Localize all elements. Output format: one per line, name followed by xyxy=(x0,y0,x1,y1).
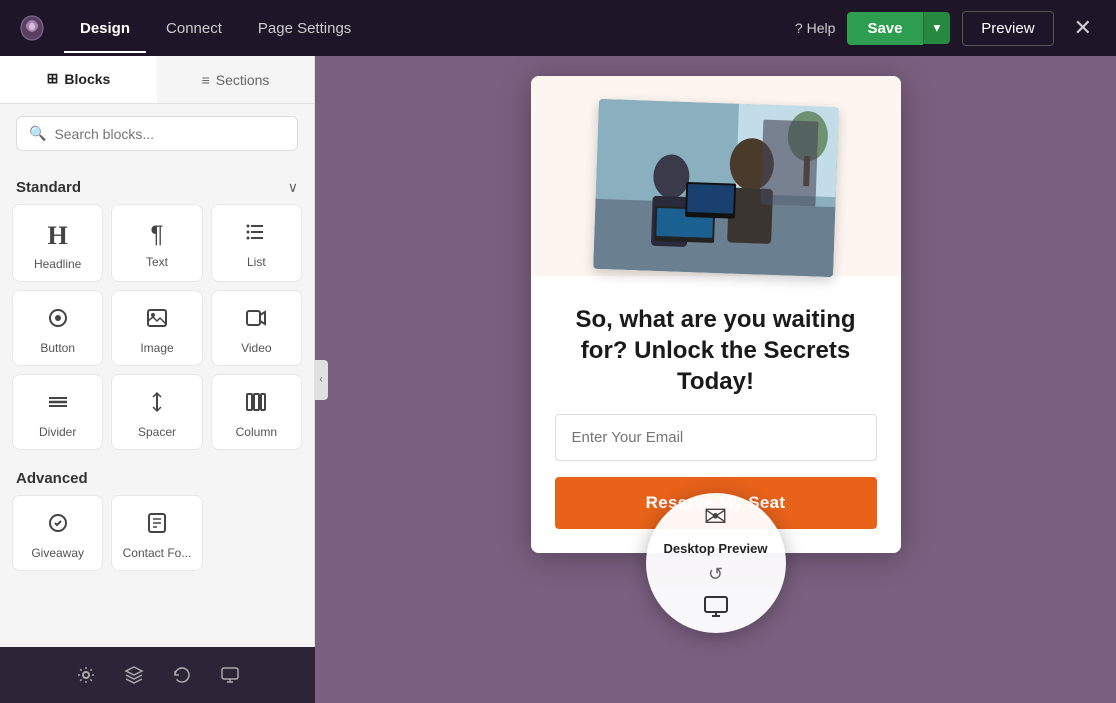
advanced-section-header: Advanced xyxy=(12,458,302,495)
history-icon[interactable] xyxy=(172,665,192,685)
block-headline[interactable]: H Headline xyxy=(12,204,103,282)
search-wrapper: 🔍 xyxy=(16,116,298,151)
standard-section-title: Standard xyxy=(16,179,81,196)
text-icon: ¶ xyxy=(151,221,164,249)
divider-icon xyxy=(47,391,69,419)
block-video-label: Video xyxy=(241,341,271,355)
close-button[interactable]: ✕ xyxy=(1066,11,1100,45)
email-icon: ✉ xyxy=(704,500,727,533)
help-button[interactable]: ? Help xyxy=(795,20,836,36)
block-text[interactable]: ¶ Text xyxy=(111,204,202,282)
block-column-label: Column xyxy=(236,425,277,439)
page-headline: So, what are you waiting for? Unlock the… xyxy=(555,304,877,398)
panel-tabs: ⊞ Blocks ≡ Sections xyxy=(0,56,314,104)
top-navigation: Design Connect Page Settings ? Help Save… xyxy=(0,0,1116,56)
block-image[interactable]: Image xyxy=(111,290,202,366)
settings-icon[interactable] xyxy=(76,665,96,685)
image-icon xyxy=(146,307,168,335)
headline-icon: H xyxy=(48,221,68,251)
block-list[interactable]: List xyxy=(211,204,302,282)
block-spacer-label: Spacer xyxy=(138,425,176,439)
block-video[interactable]: Video xyxy=(211,290,302,366)
nav-right-actions: ? Help Save ▾ Preview ✕ xyxy=(795,11,1100,46)
help-icon: ? xyxy=(795,20,803,36)
help-label: Help xyxy=(807,20,836,36)
video-icon xyxy=(245,307,267,335)
block-text-label: Text xyxy=(146,255,168,269)
canvas-area: So, what are you waiting for? Unlock the… xyxy=(315,56,1116,703)
block-headline-label: Headline xyxy=(34,257,81,271)
contact-form-icon xyxy=(146,512,168,540)
search-icon: 🔍 xyxy=(29,125,46,142)
standard-section-toggle[interactable]: ∨ xyxy=(288,179,298,196)
block-list-label: List xyxy=(247,255,266,269)
block-giveaway-label: Giveaway xyxy=(31,546,84,560)
nav-tab-connect[interactable]: Connect xyxy=(150,12,238,45)
save-button-group: Save ▾ xyxy=(847,12,950,45)
tooltip-circle: ✉ Desktop Preview ↺ xyxy=(646,493,786,633)
save-button[interactable]: Save xyxy=(847,12,922,45)
list-icon xyxy=(245,221,267,249)
block-divider[interactable]: Divider xyxy=(12,374,103,450)
page-preview-card: So, what are you waiting for? Unlock the… xyxy=(531,76,901,553)
collapse-panel-handle[interactable]: ‹ xyxy=(314,360,328,400)
nav-tab-page-settings[interactable]: Page Settings xyxy=(242,12,367,45)
tab-blocks-label: Blocks xyxy=(64,71,110,87)
chevron-down-icon: ▾ xyxy=(934,20,941,35)
blocks-content: Standard ∨ H Headline ¶ Text xyxy=(0,163,314,703)
main-layout: ⊞ Blocks ≡ Sections 🔍 Standard ∨ xyxy=(0,56,1116,703)
search-container: 🔍 xyxy=(0,104,314,163)
tab-sections-label: Sections xyxy=(216,72,270,88)
blocks-icon: ⊞ xyxy=(47,70,59,87)
layers-icon[interactable] xyxy=(124,665,144,685)
page-card-image-area xyxy=(531,76,901,276)
desktop-preview-tooltip: ✉ Desktop Preview ↺ xyxy=(646,493,786,633)
photo-simulation xyxy=(593,99,839,277)
block-button[interactable]: Button xyxy=(12,290,103,366)
advanced-section-title: Advanced xyxy=(16,470,88,487)
email-input-field[interactable] xyxy=(555,414,877,461)
block-divider-label: Divider xyxy=(39,425,76,439)
tab-blocks[interactable]: ⊞ Blocks xyxy=(0,56,157,103)
nav-tab-design[interactable]: Design xyxy=(64,12,146,45)
search-input[interactable] xyxy=(54,126,285,142)
block-contact-form[interactable]: Contact Fo... xyxy=(111,495,202,571)
tooltip-label: Desktop Preview xyxy=(663,541,767,556)
refresh-icon[interactable]: ↺ xyxy=(708,564,723,585)
block-image-label: Image xyxy=(140,341,173,355)
left-panel: ⊞ Blocks ≡ Sections 🔍 Standard ∨ xyxy=(0,56,315,703)
advanced-blocks-grid: Giveaway Contact Fo... xyxy=(12,495,302,571)
block-giveaway[interactable]: Giveaway xyxy=(12,495,103,571)
button-icon xyxy=(47,307,69,335)
block-contact-form-label: Contact Fo... xyxy=(123,546,192,560)
spacer-icon xyxy=(146,391,168,419)
block-spacer[interactable]: Spacer xyxy=(111,374,202,450)
sections-icon: ≡ xyxy=(202,72,210,88)
column-icon xyxy=(245,391,267,419)
block-button-label: Button xyxy=(40,341,75,355)
giveaway-icon xyxy=(47,512,69,540)
standard-section-header: Standard ∨ xyxy=(12,163,302,204)
bottom-toolbar xyxy=(0,647,315,703)
monitor-preview-icon[interactable] xyxy=(702,593,730,627)
save-dropdown-button[interactable]: ▾ xyxy=(923,12,951,44)
monitor-icon[interactable] xyxy=(220,665,240,685)
tab-sections[interactable]: ≡ Sections xyxy=(157,56,314,103)
preview-button[interactable]: Preview xyxy=(962,11,1053,46)
block-column[interactable]: Column xyxy=(211,374,302,450)
app-logo xyxy=(16,12,48,44)
nav-tabs: Design Connect Page Settings xyxy=(64,12,795,45)
standard-blocks-grid: H Headline ¶ Text List xyxy=(12,204,302,450)
page-card-photo xyxy=(593,99,839,277)
